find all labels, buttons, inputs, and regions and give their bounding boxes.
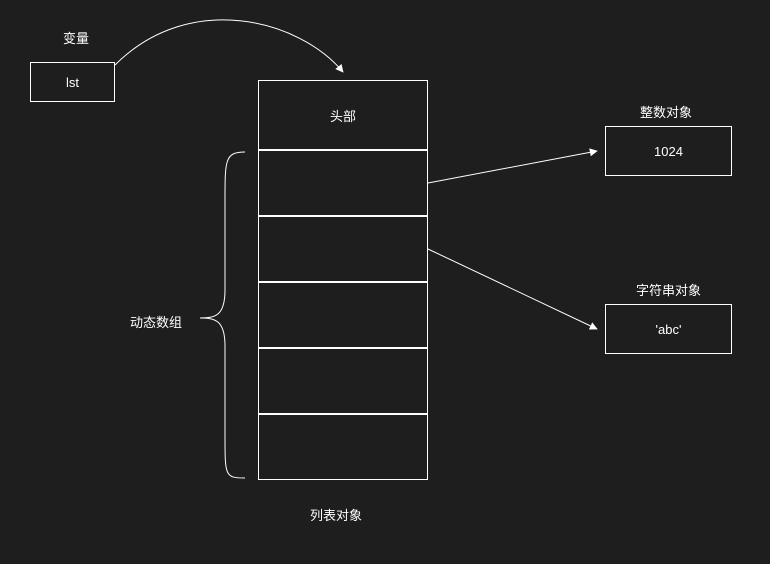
arrow-variable-to-list bbox=[115, 20, 343, 72]
variable-title-label: 变量 bbox=[63, 28, 89, 47]
list-header-cell: 头部 bbox=[258, 80, 428, 150]
list-array-cell-4 bbox=[258, 414, 428, 480]
list-header-label: 头部 bbox=[330, 106, 356, 125]
variable-box: lst bbox=[30, 62, 115, 102]
arrow-cell0-to-integer bbox=[428, 151, 597, 183]
integer-object-box: 1024 bbox=[605, 126, 732, 176]
string-object-value: 'abc' bbox=[656, 322, 682, 337]
string-object-title: 字符串对象 bbox=[636, 280, 701, 299]
list-array-cell-1 bbox=[258, 216, 428, 282]
arrow-cell1-to-string bbox=[428, 249, 597, 329]
string-object-box: 'abc' bbox=[605, 304, 732, 354]
list-array-cell-0 bbox=[258, 150, 428, 216]
diagram-canvas: 变量 lst 头部 列表对象 动态数组 整数对象 1024 字符串对象 'abc… bbox=[0, 0, 770, 564]
integer-object-title: 整数对象 bbox=[640, 102, 692, 121]
list-caption: 列表对象 bbox=[310, 505, 362, 524]
list-array-cell-3 bbox=[258, 348, 428, 414]
dynamic-array-label: 动态数组 bbox=[130, 312, 182, 331]
list-array-cell-2 bbox=[258, 282, 428, 348]
integer-object-value: 1024 bbox=[654, 144, 683, 159]
variable-name: lst bbox=[66, 75, 79, 90]
curly-brace bbox=[200, 152, 245, 478]
